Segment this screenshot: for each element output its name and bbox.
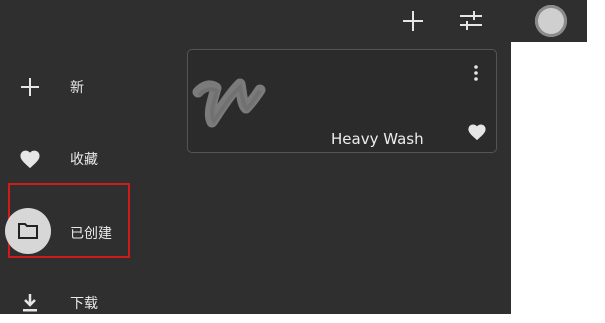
sidebar-item-label: 下载 [70,296,98,312]
tune-sliders-icon [460,11,482,30]
brush-card[interactable]: Heavy Wash [187,49,497,153]
user-avatar[interactable] [535,5,567,37]
brush-stroke-preview [192,78,266,128]
sidebar-item-label: 收藏 [70,152,98,168]
sidebar-item-new[interactable]: 新 [0,67,160,107]
card-menu-button[interactable] [466,62,486,84]
sidebar-item-label: 新 [70,80,84,96]
sidebar-item-label: 已创建 [70,226,112,242]
card-favorite-button[interactable] [465,121,489,143]
heart-icon [468,124,486,141]
download-icon [18,291,42,315]
filter-button[interactable] [455,6,487,36]
more-vert-icon [474,65,478,81]
add-button[interactable] [398,6,428,36]
plus-icon [18,75,42,99]
plus-icon [403,11,423,31]
sidebar-item-created[interactable]: 已创建 [0,213,160,253]
heart-icon [18,147,42,171]
brush-name: Heavy Wash [331,130,424,148]
sidebar-item-downloads[interactable]: 下载 [0,283,160,323]
sidebar-item-favorites[interactable]: 收藏 [0,139,160,179]
